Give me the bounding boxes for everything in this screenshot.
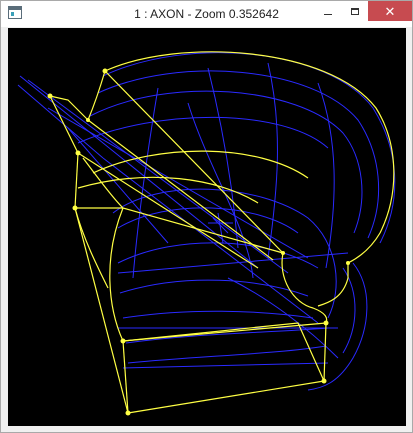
vertex-marker <box>323 320 329 326</box>
3d-viewport[interactable] <box>8 28 406 426</box>
vertex-marker <box>321 378 327 384</box>
vertex-marker <box>86 118 90 122</box>
wireframe-model <box>17 51 396 416</box>
vertex-marker <box>102 68 108 74</box>
title-bar[interactable]: 1 : AXON - Zoom 0.352642 ✕ <box>1 1 412 27</box>
maximize-button[interactable] <box>341 1 368 21</box>
minimize-icon <box>323 13 332 15</box>
minimize-button[interactable] <box>314 1 341 21</box>
wireframe-blue-layer <box>17 52 396 391</box>
wireframe-yellow-layer <box>49 51 395 414</box>
vertex-marker <box>346 261 350 265</box>
close-button[interactable]: ✕ <box>368 1 412 21</box>
vertex-marker <box>120 338 126 344</box>
vertex-marker <box>281 251 285 255</box>
maximize-icon <box>350 7 359 15</box>
vertex-marker <box>125 410 131 416</box>
vertex-marker <box>47 93 53 99</box>
vertex-marker <box>75 150 81 156</box>
app-window: 1 : AXON - Zoom 0.352642 ✕ <box>0 0 413 433</box>
close-icon: ✕ <box>384 3 396 19</box>
vertex-marker <box>72 205 78 211</box>
